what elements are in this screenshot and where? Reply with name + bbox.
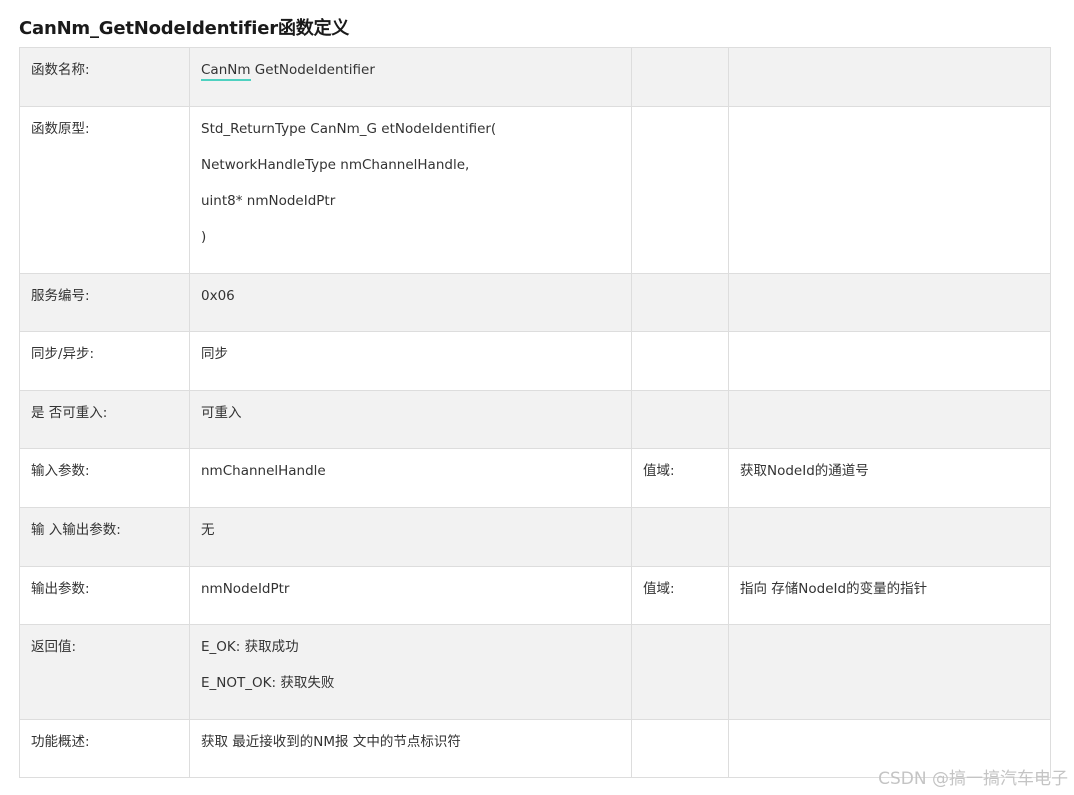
return-value-line: E_NOT_OK: 获取失败 bbox=[201, 675, 335, 691]
table-row-input-params: 输入参数: nmChannelHandle 值域: 获取NodeId的通道号 bbox=[19, 448, 1051, 508]
row-col4: 指向 存储NodeId的变量的指针 bbox=[728, 566, 1051, 625]
prototype-line: Std_ReturnType CanNm_G etNodeIdentifier( bbox=[201, 121, 497, 137]
row-col4 bbox=[728, 624, 1051, 720]
table-row-output-params: 输出参数: nmNodeIdPtr 值域: 指向 存储NodeId的变量的指针 bbox=[19, 566, 1051, 625]
row-col4 bbox=[728, 273, 1051, 332]
table-row-service-id: 服务编号: 0x06 bbox=[19, 273, 1051, 332]
row-col3 bbox=[631, 719, 729, 778]
prototype-line: ) bbox=[201, 229, 207, 245]
table-row-return-value: 返回值: E_OK: 获取成功 E_NOT_OK: 获取失败 bbox=[19, 624, 1051, 720]
row-col3 bbox=[631, 47, 729, 107]
row-value: 无 bbox=[189, 507, 632, 567]
row-value: Std_ReturnType CanNm_G etNodeIdentifier(… bbox=[189, 106, 632, 274]
row-value: 0x06 bbox=[189, 273, 632, 332]
prototype-line: uint8* nmNodeIdPtr bbox=[201, 193, 336, 209]
row-label: 函数名称: bbox=[19, 47, 190, 107]
return-value-line: E_OK: 获取成功 bbox=[201, 639, 299, 655]
row-value: CanNm GetNodeIdentifier bbox=[189, 47, 632, 107]
function-definition-table: 函数名称: CanNm GetNodeIdentifier 函数原型: Std_… bbox=[19, 47, 1051, 778]
row-label: 函数原型: bbox=[19, 106, 190, 274]
page-title: CanNm_GetNodeIdentifier函数定义 bbox=[19, 18, 350, 39]
row-label: 输入参数: bbox=[19, 448, 190, 508]
row-label: 输 入输出参数: bbox=[19, 507, 190, 567]
row-col4 bbox=[728, 47, 1051, 107]
row-col4 bbox=[728, 390, 1051, 449]
row-col3 bbox=[631, 273, 729, 332]
row-label: 同步/异步: bbox=[19, 331, 190, 391]
row-label: 服务编号: bbox=[19, 273, 190, 332]
csdn-watermark: CSDN @搞一搞汽车电子 bbox=[878, 769, 1068, 789]
row-col4 bbox=[728, 507, 1051, 567]
row-label: 功能概述: bbox=[19, 719, 190, 778]
row-col3 bbox=[631, 106, 729, 274]
row-value: 获取 最近接收到的NM报 文中的节点标识符 bbox=[189, 719, 632, 778]
row-label: 输出参数: bbox=[19, 566, 190, 625]
row-col3 bbox=[631, 624, 729, 720]
table-row-reentrancy: 是 否可重入: 可重入 bbox=[19, 390, 1051, 449]
table-row-function-name: 函数名称: CanNm GetNodeIdentifier bbox=[19, 47, 1051, 107]
table-row-inout-params: 输 入输出参数: 无 bbox=[19, 507, 1051, 567]
row-col4 bbox=[728, 331, 1051, 391]
row-value: nmNodeIdPtr bbox=[189, 566, 632, 625]
table-row-prototype: 函数原型: Std_ReturnType CanNm_G etNodeIdent… bbox=[19, 106, 1051, 274]
function-name-rest: GetNodeIdentifier bbox=[250, 62, 375, 78]
row-col4: 获取NodeId的通道号 bbox=[728, 448, 1051, 508]
row-value: 同步 bbox=[189, 331, 632, 391]
row-label: 返回值: bbox=[19, 624, 190, 720]
row-value: nmChannelHandle bbox=[189, 448, 632, 508]
table-row-sync-async: 同步/异步: 同步 bbox=[19, 331, 1051, 391]
prototype-line: NetworkHandleType nmChannelHandle, bbox=[201, 157, 470, 173]
row-value: E_OK: 获取成功 E_NOT_OK: 获取失败 bbox=[189, 624, 632, 720]
row-label: 是 否可重入: bbox=[19, 390, 190, 449]
row-col3 bbox=[631, 331, 729, 391]
row-col4 bbox=[728, 106, 1051, 274]
row-value: 可重入 bbox=[189, 390, 632, 449]
row-col3: 值域: bbox=[631, 566, 729, 625]
cannm-link[interactable]: CanNm bbox=[201, 62, 251, 81]
row-col3: 值域: bbox=[631, 448, 729, 508]
row-col3 bbox=[631, 507, 729, 567]
row-col3 bbox=[631, 390, 729, 449]
